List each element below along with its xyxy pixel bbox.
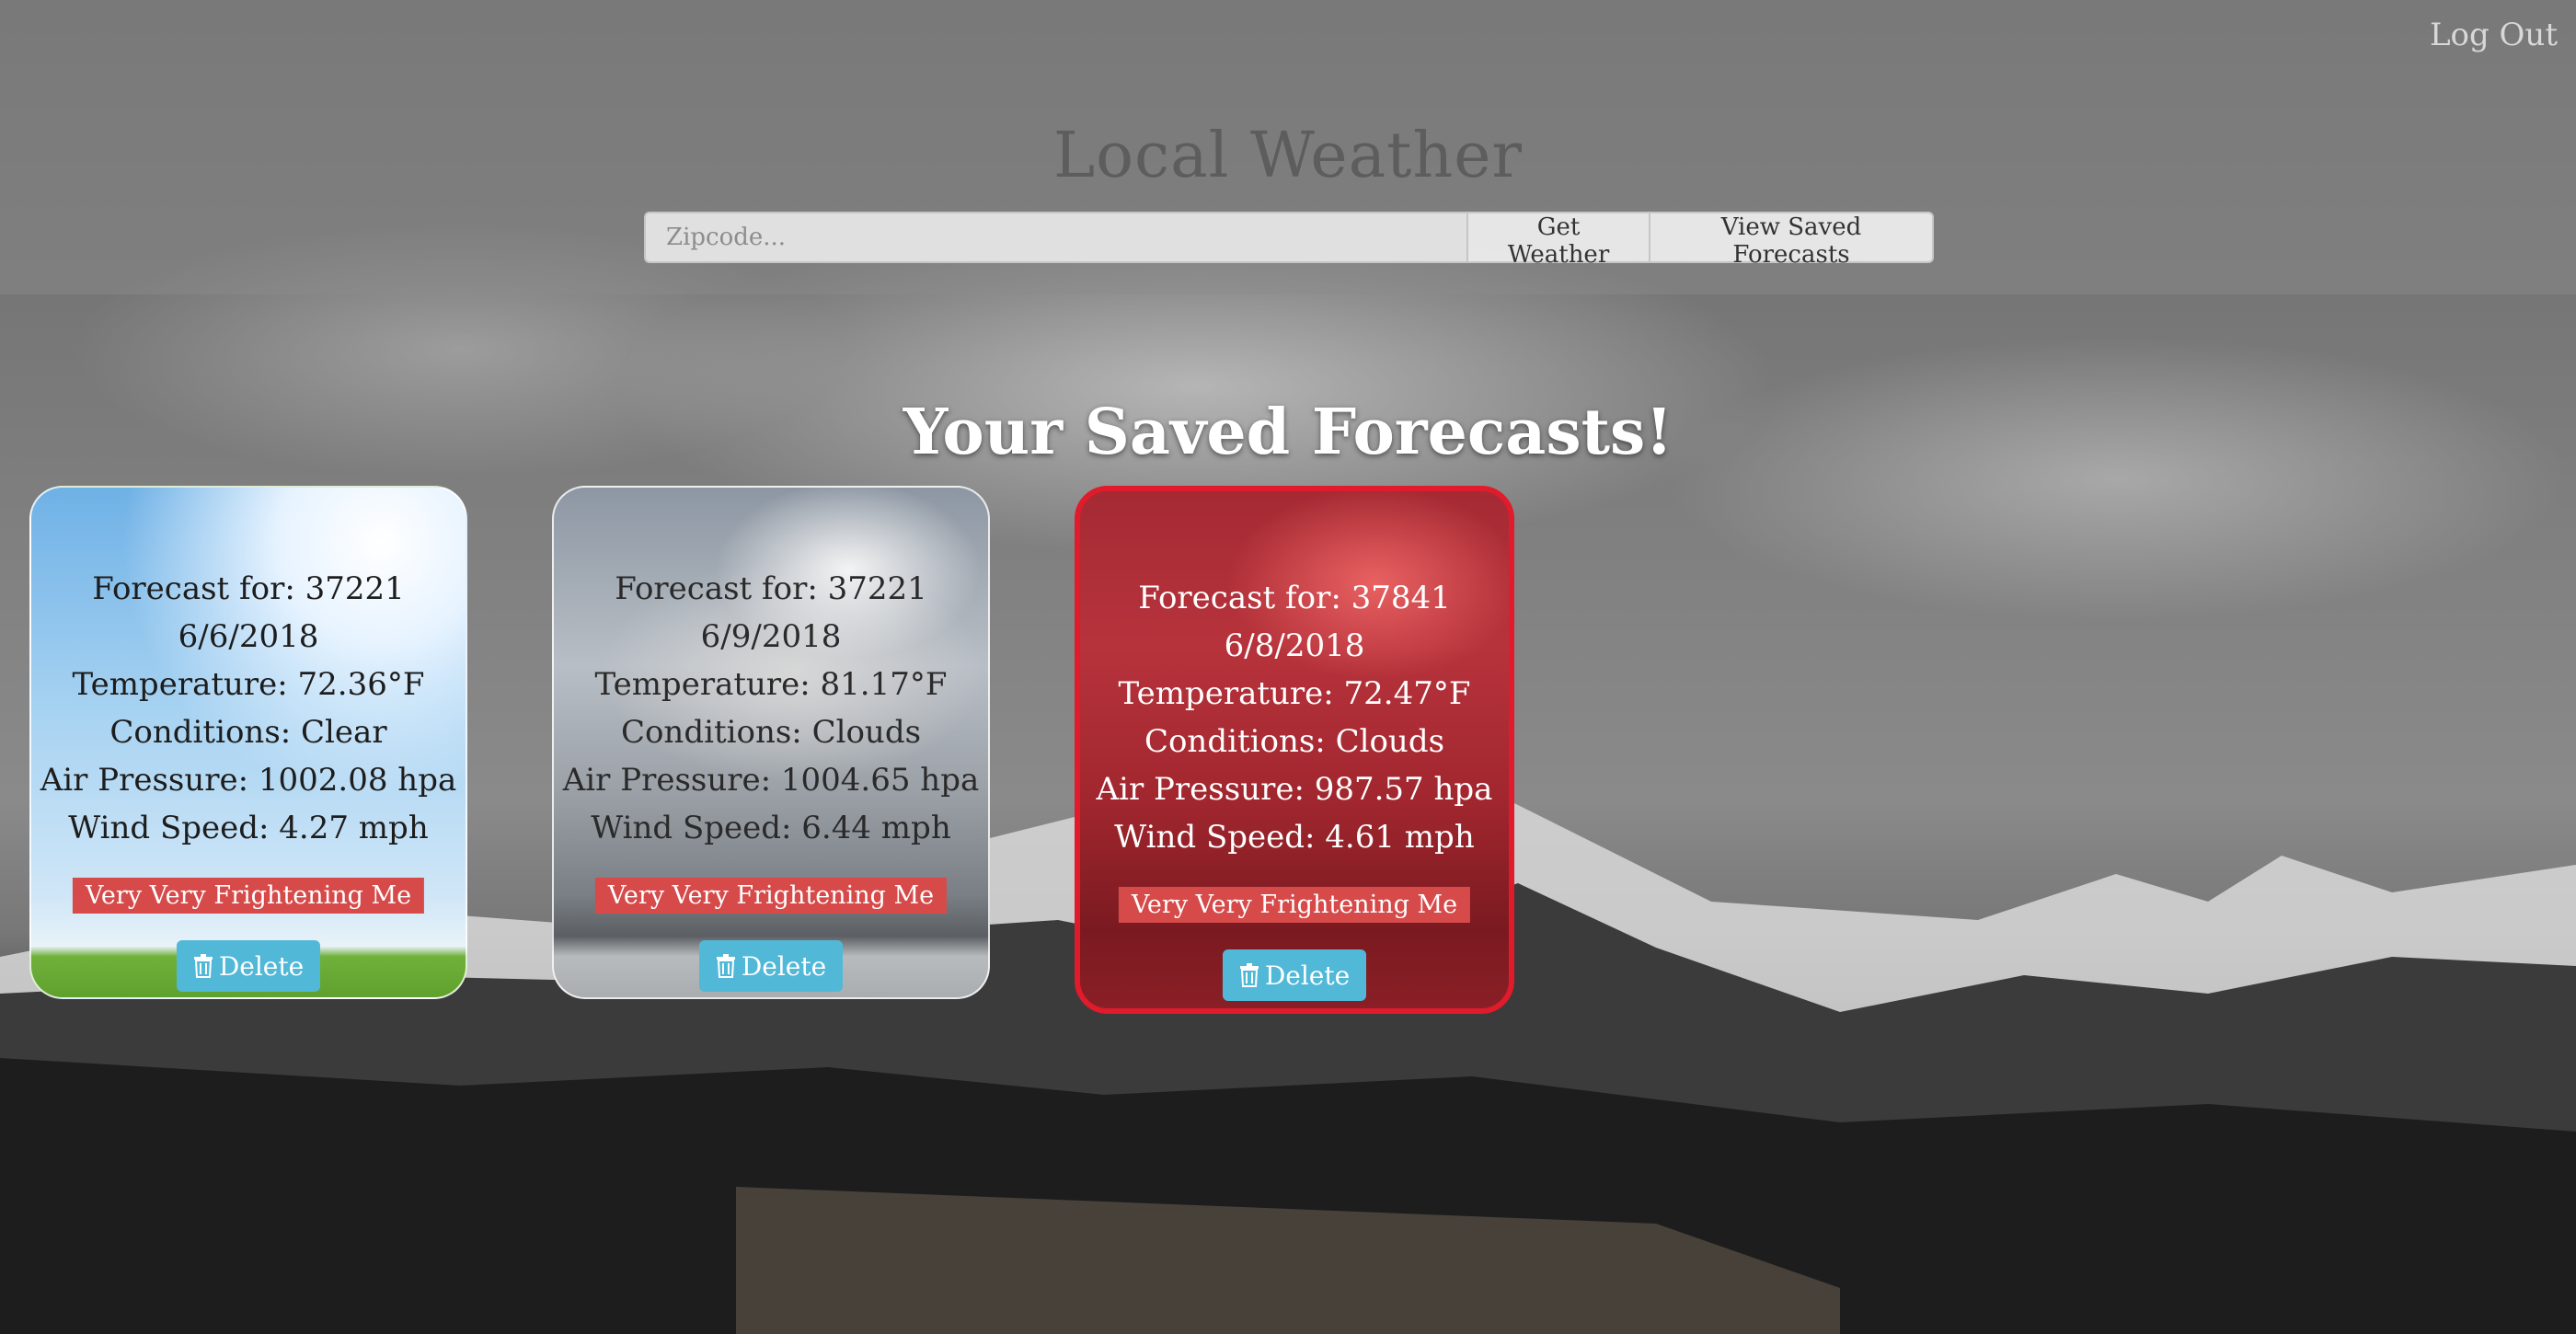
forecast-temperature: Temperature: 72.47°F	[1118, 675, 1471, 712]
forecast-wind-speed: Wind Speed: 4.27 mph	[68, 810, 429, 846]
forecast-wind-speed: Wind Speed: 6.44 mph	[591, 810, 951, 846]
forecast-zip: Forecast for: 37221	[615, 570, 927, 607]
logout-link[interactable]: Log Out	[2430, 17, 2558, 53]
trash-icon	[716, 954, 735, 978]
forecast-conditions: Conditions: Clear	[109, 714, 387, 751]
trash-icon	[1239, 963, 1259, 987]
delete-button[interactable]: Delete	[177, 940, 320, 992]
alert-badge: Very Very Frightening Me	[1118, 887, 1471, 923]
app-title: Local Weather	[1052, 120, 1524, 192]
forecast-details: Forecast for: 37841 6/8/2018 Temperature…	[1080, 574, 1509, 861]
delete-label: Delete	[1264, 960, 1351, 991]
delete-label: Delete	[218, 950, 305, 982]
delete-button[interactable]: Delete	[1223, 949, 1366, 1001]
forecast-temperature: Temperature: 72.36°F	[72, 666, 425, 703]
alert-badge: Very Very Frightening Me	[594, 878, 948, 914]
saved-forecasts-heading: Your Saved Forecasts!	[903, 396, 1673, 469]
search-bar: Get Weather View Saved Forecasts	[644, 212, 1934, 269]
delete-button[interactable]: Delete	[699, 940, 843, 992]
forecast-air-pressure: Air Pressure: 1002.08 hpa	[40, 762, 457, 799]
forecast-details: Forecast for: 37221 6/9/2018 Temperature…	[554, 565, 988, 852]
trash-icon	[193, 954, 213, 978]
forecast-wind-speed: Wind Speed: 4.61 mph	[1114, 819, 1475, 856]
view-saved-forecasts-button[interactable]: View Saved Forecasts	[1650, 212, 1934, 269]
forecast-zip: Forecast for: 37221	[92, 570, 405, 607]
forecast-conditions: Conditions: Clouds	[1144, 723, 1445, 760]
forecast-air-pressure: Air Pressure: 1004.65 hpa	[562, 762, 980, 799]
forecast-air-pressure: Air Pressure: 987.57 hpa	[1096, 771, 1493, 808]
forecast-conditions: Conditions: Clouds	[620, 714, 922, 751]
forecast-date: 6/9/2018	[700, 618, 842, 655]
forecast-details: Forecast for: 37221 6/6/2018 Temperature…	[31, 565, 466, 852]
get-weather-button[interactable]: Get Weather	[1466, 212, 1650, 269]
forecast-card[interactable]: Forecast for: 37221 6/9/2018 Temperature…	[552, 486, 990, 999]
forecast-temperature: Temperature: 81.17°F	[594, 666, 948, 703]
forecast-card-selected[interactable]: Forecast for: 37841 6/8/2018 Temperature…	[1075, 486, 1514, 1014]
forecast-date: 6/8/2018	[1224, 627, 1365, 664]
zipcode-input[interactable]	[644, 212, 1466, 263]
forecast-card[interactable]: Forecast for: 37221 6/6/2018 Temperature…	[29, 486, 467, 999]
alert-badge: Very Very Frightening Me	[72, 878, 425, 914]
forecast-date: 6/6/2018	[178, 618, 319, 655]
forecast-zip: Forecast for: 37841	[1138, 580, 1451, 616]
delete-label: Delete	[741, 950, 827, 982]
